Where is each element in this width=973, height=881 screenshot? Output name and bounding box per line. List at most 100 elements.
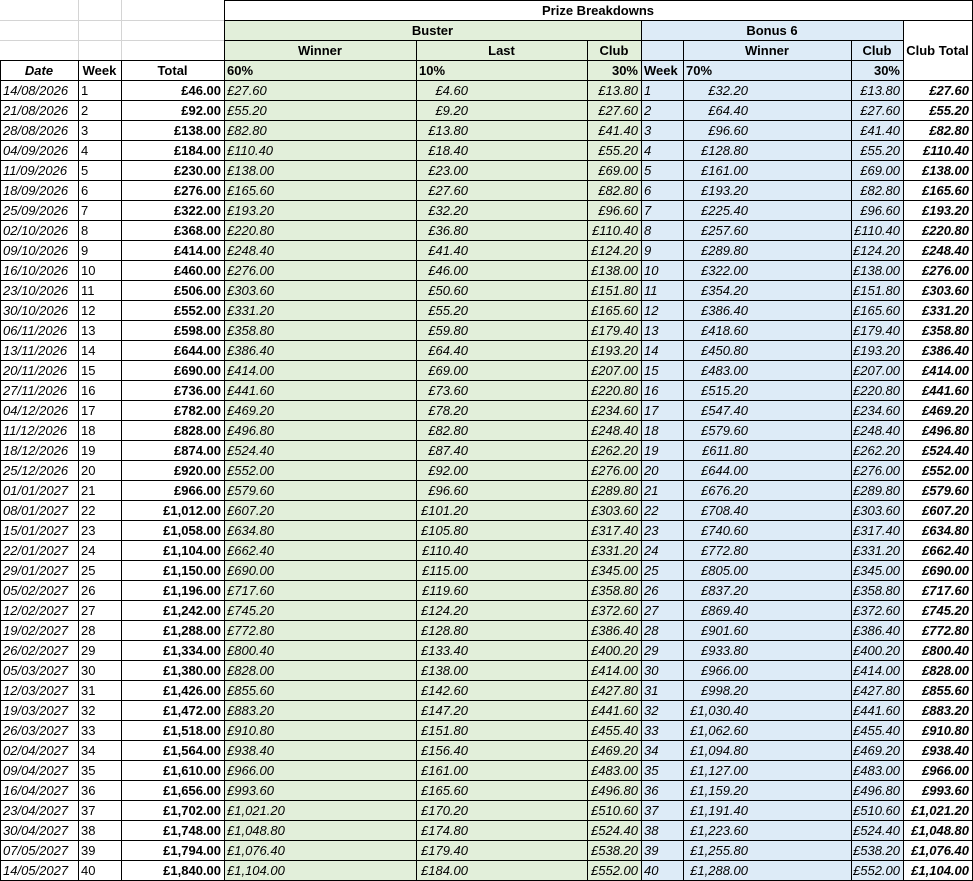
total-cell[interactable]: £1,472.00 (121, 701, 224, 720)
week-cell[interactable]: 9 (78, 241, 121, 260)
club-total-cell[interactable]: £552.00 (903, 461, 972, 480)
bonus-week-cell[interactable]: 15 (641, 361, 683, 380)
date-cell[interactable]: 27/11/2026 (0, 381, 78, 400)
date-cell[interactable]: 18/12/2026 (0, 441, 78, 460)
bonus-club-cell[interactable]: £289.80 (851, 481, 903, 500)
bonus-winner-cell[interactable]: £289.80 (683, 241, 751, 260)
date-cell[interactable]: 25/09/2026 (0, 201, 78, 220)
bonus-club-cell[interactable]: £82.80 (851, 181, 903, 200)
buster-club-cell[interactable]: £483.00 (587, 761, 641, 780)
date-cell[interactable]: 11/12/2026 (0, 421, 78, 440)
buster-last-cell[interactable]: £119.60 (416, 581, 471, 600)
bonus-winner-cell[interactable]: £515.20 (683, 381, 751, 400)
date-cell[interactable]: 02/10/2026 (0, 221, 78, 240)
bonus-week-cell[interactable]: 26 (641, 581, 683, 600)
buster-winner-cell[interactable]: £303.60 (224, 281, 416, 300)
week-cell[interactable]: 1 (78, 81, 121, 100)
bonus-club-cell[interactable]: £524.40 (851, 821, 903, 840)
buster-club-cell[interactable]: £441.60 (587, 701, 641, 720)
buster-club-cell[interactable]: £317.40 (587, 521, 641, 540)
date-cell[interactable]: 30/04/2027 (0, 821, 78, 840)
buster-club-cell[interactable]: £303.60 (587, 501, 641, 520)
bonus-week-cell[interactable]: 31 (641, 681, 683, 700)
bonus-winner-cell[interactable]: £644.00 (683, 461, 751, 480)
bonus-winner-cell[interactable]: £772.80 (683, 541, 751, 560)
date-cell[interactable]: 14/08/2026 (0, 81, 78, 100)
bonus-club-cell[interactable]: £358.80 (851, 581, 903, 600)
bonus-week-cell[interactable]: 19 (641, 441, 683, 460)
bonus-winner-cell[interactable]: £1,191.40 (683, 801, 751, 820)
club-total-cell[interactable]: £634.80 (903, 521, 972, 540)
bonus-winner-cell[interactable]: £161.00 (683, 161, 751, 180)
bonus-winner-cell[interactable]: £1,030.40 (683, 701, 751, 720)
buster-club-cell[interactable]: £82.80 (587, 181, 641, 200)
bonus-week-cell[interactable]: 22 (641, 501, 683, 520)
club-total-cell[interactable]: £55.20 (903, 101, 972, 120)
buster-club-cell[interactable]: £179.40 (587, 321, 641, 340)
week-cell[interactable]: 15 (78, 361, 121, 380)
buster-club-cell[interactable]: £248.40 (587, 421, 641, 440)
buster-club-cell[interactable]: £220.80 (587, 381, 641, 400)
club-total-cell[interactable]: £358.80 (903, 321, 972, 340)
bonus-winner-cell[interactable]: £837.20 (683, 581, 751, 600)
date-cell[interactable]: 23/04/2027 (0, 801, 78, 820)
bonus-club-cell[interactable]: £110.40 (851, 221, 903, 240)
week-cell[interactable]: 39 (78, 841, 121, 860)
club-total-cell[interactable]: £966.00 (903, 761, 972, 780)
bonus-week-cell[interactable]: 18 (641, 421, 683, 440)
total-cell[interactable]: £1,150.00 (121, 561, 224, 580)
total-cell[interactable]: £184.00 (121, 141, 224, 160)
buster-last-cell[interactable]: £9.20 (416, 101, 471, 120)
bonus-week-cell[interactable]: 11 (641, 281, 683, 300)
buster-winner-cell[interactable]: £524.40 (224, 441, 416, 460)
buster-club-cell[interactable]: £165.60 (587, 301, 641, 320)
buster-last-cell[interactable]: £55.20 (416, 301, 471, 320)
buster-winner-cell[interactable]: £138.00 (224, 161, 416, 180)
bonus-club-cell[interactable]: £27.60 (851, 101, 903, 120)
buster-last-cell[interactable]: £13.80 (416, 121, 471, 140)
total-cell[interactable]: £598.00 (121, 321, 224, 340)
bonus-club-cell[interactable]: £414.00 (851, 661, 903, 680)
bonus-week-cell[interactable]: 7 (641, 201, 683, 220)
date-cell[interactable]: 16/10/2026 (0, 261, 78, 280)
buster-club-cell[interactable]: £262.20 (587, 441, 641, 460)
buster-last-cell[interactable]: £64.40 (416, 341, 471, 360)
date-cell[interactable]: 09/10/2026 (0, 241, 78, 260)
total-cell[interactable]: £736.00 (121, 381, 224, 400)
club-total-cell[interactable]: £1,104.00 (903, 861, 972, 880)
buster-winner-cell[interactable]: £855.60 (224, 681, 416, 700)
total-cell[interactable]: £966.00 (121, 481, 224, 500)
buster-last-cell[interactable]: £27.60 (416, 181, 471, 200)
buster-winner-cell[interactable]: £248.40 (224, 241, 416, 260)
total-cell[interactable]: £1,564.00 (121, 741, 224, 760)
buster-last-cell[interactable]: £128.80 (416, 621, 471, 640)
total-cell[interactable]: £1,656.00 (121, 781, 224, 800)
bonus-winner-cell[interactable]: £1,255.80 (683, 841, 751, 860)
total-cell[interactable]: £368.00 (121, 221, 224, 240)
date-header[interactable]: Date (0, 61, 78, 81)
date-cell[interactable]: 22/01/2027 (0, 541, 78, 560)
bonus-week-cell[interactable]: 33 (641, 721, 683, 740)
date-cell[interactable]: 09/04/2027 (0, 761, 78, 780)
bonus-club-cell[interactable]: £220.80 (851, 381, 903, 400)
date-cell[interactable]: 30/10/2026 (0, 301, 78, 320)
bonus-winner-cell[interactable]: £579.60 (683, 421, 751, 440)
bonus-week-cell[interactable]: 28 (641, 621, 683, 640)
total-cell[interactable]: £920.00 (121, 461, 224, 480)
bonus-club-cell[interactable]: £510.60 (851, 801, 903, 820)
bonus-week-cell[interactable]: 5 (641, 161, 683, 180)
buster-club-cell[interactable]: £372.60 (587, 601, 641, 620)
week-cell[interactable]: 36 (78, 781, 121, 800)
buster-winner-cell[interactable]: £607.20 (224, 501, 416, 520)
buster-club-cell[interactable]: £358.80 (587, 581, 641, 600)
date-cell[interactable]: 15/01/2027 (0, 521, 78, 540)
week-cell[interactable]: 6 (78, 181, 121, 200)
buster-last-cell[interactable]: £124.20 (416, 601, 471, 620)
total-cell[interactable]: £1,610.00 (121, 761, 224, 780)
date-cell[interactable]: 26/02/2027 (0, 641, 78, 660)
bonus-winner-cell[interactable]: £225.40 (683, 201, 751, 220)
bonus-club-cell[interactable]: £345.00 (851, 561, 903, 580)
total-cell[interactable]: £506.00 (121, 281, 224, 300)
buster-last-cell[interactable]: £59.80 (416, 321, 471, 340)
week-cell[interactable]: 7 (78, 201, 121, 220)
